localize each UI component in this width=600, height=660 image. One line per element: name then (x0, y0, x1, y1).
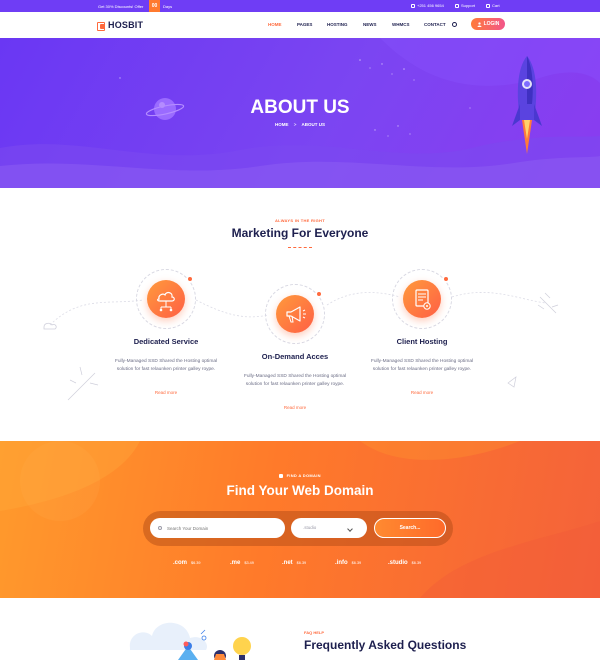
page-title: ABOUT US (250, 97, 350, 118)
faq-illustration (129, 622, 251, 660)
read-more-link[interactable]: Read more (245, 405, 345, 410)
user-icon (477, 21, 482, 27)
icon-ring (265, 284, 325, 344)
tld-price-me: .me $3.49 (230, 560, 254, 566)
logo-text: HOSBIT (108, 20, 144, 30)
main-header: HOSBIT HOME PAGES HOSTING NEWS WHMCS CON… (0, 12, 600, 38)
megaphone-icon (286, 306, 306, 323)
service-description: Fully-Managed SSD Shared the Hosting opt… (243, 374, 347, 387)
icon-badge (403, 280, 441, 318)
service-title: Dedicated Service (133, 337, 199, 346)
document-settings-icon (415, 289, 431, 310)
service-description: Fully-Managed SSD Shared the Hosting opt… (114, 359, 218, 372)
icon-ring (392, 269, 452, 329)
faq-title: Frequently Asked Questions (304, 638, 467, 652)
service-title: On-Demand Acces (261, 352, 329, 361)
nav-news[interactable]: NEWS (363, 22, 377, 27)
promo-text: Get 30% Discounts! Offer (98, 4, 144, 9)
tld-price-com: .com $6.39 (173, 560, 201, 566)
tld-name: .info (335, 560, 348, 566)
accent-dot (187, 276, 193, 282)
icon-ring (136, 269, 196, 329)
countdown-unit: Days (163, 4, 173, 9)
breadcrumb-separator: > (293, 122, 297, 127)
tld-price: $6.39 (191, 561, 201, 565)
search-icon[interactable] (452, 22, 457, 27)
tld-price: $6.39 (351, 561, 362, 565)
service-description: Fully-Managed SSD Shared the Hosting opt… (370, 359, 474, 372)
read-more-link[interactable]: Read more (116, 390, 216, 395)
breadcrumb-home[interactable]: HOME (275, 122, 289, 127)
phone-icon (411, 3, 415, 8)
title-divider (288, 247, 312, 249)
tld-price-net: .net $6.39 (282, 560, 306, 566)
search-icon (158, 526, 162, 530)
phone-number: +251 456 9654 (417, 3, 444, 8)
domain-eyebrow-label: FIND A DOMAIN (286, 473, 321, 478)
services-title: Marketing For Everyone (231, 226, 369, 240)
nav-pages[interactable]: PAGES (297, 22, 312, 27)
domain-title: Find Your Web Domain (226, 483, 374, 498)
cart-icon (486, 3, 490, 8)
nav-whmcs[interactable]: WHMCS (392, 22, 410, 27)
domain-search-input[interactable] (150, 518, 285, 538)
domain-search-section: FIND A DOMAIN Find Your Web Domain .stud… (0, 441, 600, 598)
phone-link[interactable]: +251 456 9654 (411, 3, 444, 8)
countdown-value: 00 (149, 0, 160, 12)
domain-eyebrow: FIND A DOMAIN (0, 473, 600, 478)
icon-badge (147, 280, 185, 318)
support-label: Support (461, 3, 476, 8)
logo-mark-icon (97, 21, 106, 31)
page-hero: ABOUT US HOME > ABOUT US (0, 38, 600, 188)
breadcrumb-current: ABOUT US (301, 122, 326, 127)
read-more-link[interactable]: Read more (372, 390, 472, 395)
support-link[interactable]: Support (455, 3, 475, 8)
tld-name: .net (282, 560, 293, 566)
accent-dot (316, 291, 322, 297)
login-button[interactable]: LOGIN (471, 18, 505, 30)
breadcrumb: HOME > ABOUT US (0, 122, 600, 127)
tld-price: $6.39 (411, 561, 422, 565)
cloud-network-icon (157, 291, 175, 312)
services-eyebrow: ALWAYS IN THE RIGHT (274, 218, 325, 223)
nav-hosting[interactable]: HOSTING (327, 22, 348, 27)
login-label: LOGIN (483, 21, 500, 27)
extension-select[interactable]: .studio (291, 518, 367, 538)
icon-badge (276, 295, 314, 333)
service-title: Client Hosting (396, 337, 448, 346)
globe-icon (279, 473, 284, 478)
tld-price: $3.49 (244, 561, 254, 565)
domain-search-button[interactable]: Search... (374, 518, 446, 538)
cart-label: Cart (492, 3, 500, 8)
nav-home[interactable]: HOME (268, 22, 282, 27)
logo[interactable]: HOSBIT (97, 20, 144, 31)
mail-icon (455, 3, 459, 8)
domain-search-bar: .studio Search... (143, 511, 453, 546)
tld-name: .studio (388, 560, 408, 566)
nav-contact[interactable]: CONTACT (424, 22, 446, 27)
accent-dot (443, 276, 449, 282)
tld-name: .me (230, 560, 241, 566)
tld-price-info: .info $6.39 (335, 560, 361, 566)
top-bar: Get 30% Discounts! Offer 00 Days +251 45… (0, 0, 600, 12)
tld-name: .com (173, 560, 188, 566)
tld-price: $6.39 (296, 561, 307, 565)
cart-link[interactable]: Cart (486, 3, 500, 8)
faq-eyebrow: FAQ HELP (304, 630, 325, 635)
tld-price-studio: .studio $6.39 (388, 560, 421, 566)
